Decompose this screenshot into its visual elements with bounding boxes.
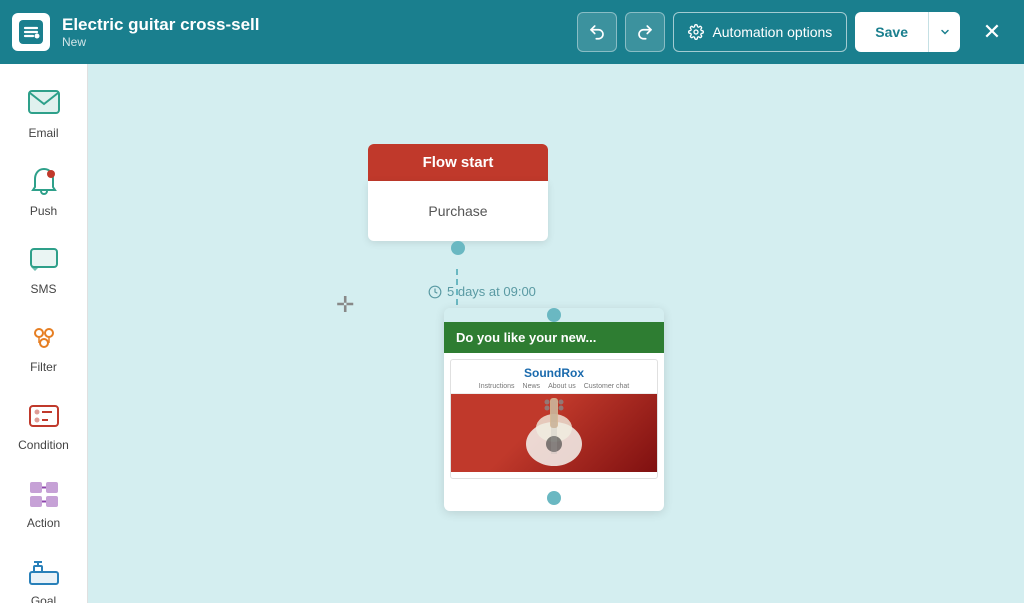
save-dropdown-button[interactable] xyxy=(928,12,960,52)
email-preview-brand: SoundRox xyxy=(451,360,657,383)
flow-start-trigger: Purchase xyxy=(428,203,487,219)
email-node[interactable]: Do you like your new... SoundRox Instruc… xyxy=(444,308,664,511)
automation-options-label: Automation options xyxy=(712,24,832,40)
push-icon xyxy=(26,164,62,200)
goal-icon xyxy=(26,554,62,590)
email-icon xyxy=(26,86,62,122)
sidebar-item-filter[interactable]: Filter xyxy=(4,308,84,386)
sidebar-item-email[interactable]: Email xyxy=(4,74,84,152)
sidebar-condition-label: Condition xyxy=(18,438,69,452)
action-icon xyxy=(26,476,62,512)
app-title-group: Electric guitar cross-sell New xyxy=(62,15,565,49)
sidebar-filter-label: Filter xyxy=(30,360,57,374)
sidebar-item-action[interactable]: Action xyxy=(4,464,84,542)
sidebar-goal-label: Goal xyxy=(31,594,56,603)
app-header: Electric guitar cross-sell New Automatio… xyxy=(0,0,1024,64)
email-node-bottom-dot xyxy=(547,491,561,505)
flow-start-node[interactable]: Flow start Purchase xyxy=(368,144,548,255)
automation-canvas[interactable]: ✛ Flow start Purchase 5 days at 09:00 xyxy=(88,64,1024,603)
save-group: Save xyxy=(855,12,960,52)
sidebar-item-goal[interactable]: Goal xyxy=(4,542,84,603)
condition-icon xyxy=(26,398,62,434)
sidebar-push-label: Push xyxy=(30,204,57,218)
sidebar-item-sms[interactable]: SMS xyxy=(4,230,84,308)
sidebar-email-label: Email xyxy=(28,126,58,140)
undo-button[interactable] xyxy=(577,12,617,52)
filter-icon xyxy=(26,320,62,356)
clock-icon xyxy=(428,285,442,299)
app-subtitle: New xyxy=(62,35,565,49)
email-node-preview: SoundRox Instructions News About us Cust… xyxy=(444,353,664,485)
app-logo xyxy=(12,13,50,51)
save-button[interactable]: Save xyxy=(855,12,928,52)
sidebar: Email Push SMS xyxy=(0,64,88,603)
email-preview-nav: Instructions News About us Customer chat xyxy=(451,383,657,394)
guitar-illustration xyxy=(499,394,609,472)
flow-start-header: Flow start xyxy=(368,144,548,181)
delay-text: 5 days at 09:00 xyxy=(447,284,536,299)
move-cursor-indicator: ✛ xyxy=(336,292,354,318)
sidebar-sms-label: SMS xyxy=(30,282,56,296)
automation-options-button[interactable]: Automation options xyxy=(673,12,847,52)
email-node-top-dot xyxy=(547,308,561,322)
flow-start-body: Purchase xyxy=(368,181,548,241)
email-node-header: Do you like your new... xyxy=(444,322,664,353)
flow-start-bottom-dot xyxy=(451,241,465,255)
sms-icon xyxy=(26,242,62,278)
redo-button[interactable] xyxy=(625,12,665,52)
sidebar-item-condition[interactable]: Condition xyxy=(4,386,84,464)
sidebar-item-push[interactable]: Push xyxy=(4,152,84,230)
email-preview-inner: SoundRox Instructions News About us Cust… xyxy=(450,359,658,479)
chevron-down-icon xyxy=(940,27,950,37)
gear-icon xyxy=(688,24,704,40)
sidebar-action-label: Action xyxy=(27,516,60,530)
app-name: Electric guitar cross-sell xyxy=(62,15,565,35)
email-preview-image xyxy=(451,394,657,472)
header-actions: Automation options Save ✕ xyxy=(577,12,1012,52)
close-button[interactable]: ✕ xyxy=(972,12,1012,52)
delay-label: 5 days at 09:00 xyxy=(428,284,536,299)
main-layout: Email Push SMS xyxy=(0,64,1024,603)
